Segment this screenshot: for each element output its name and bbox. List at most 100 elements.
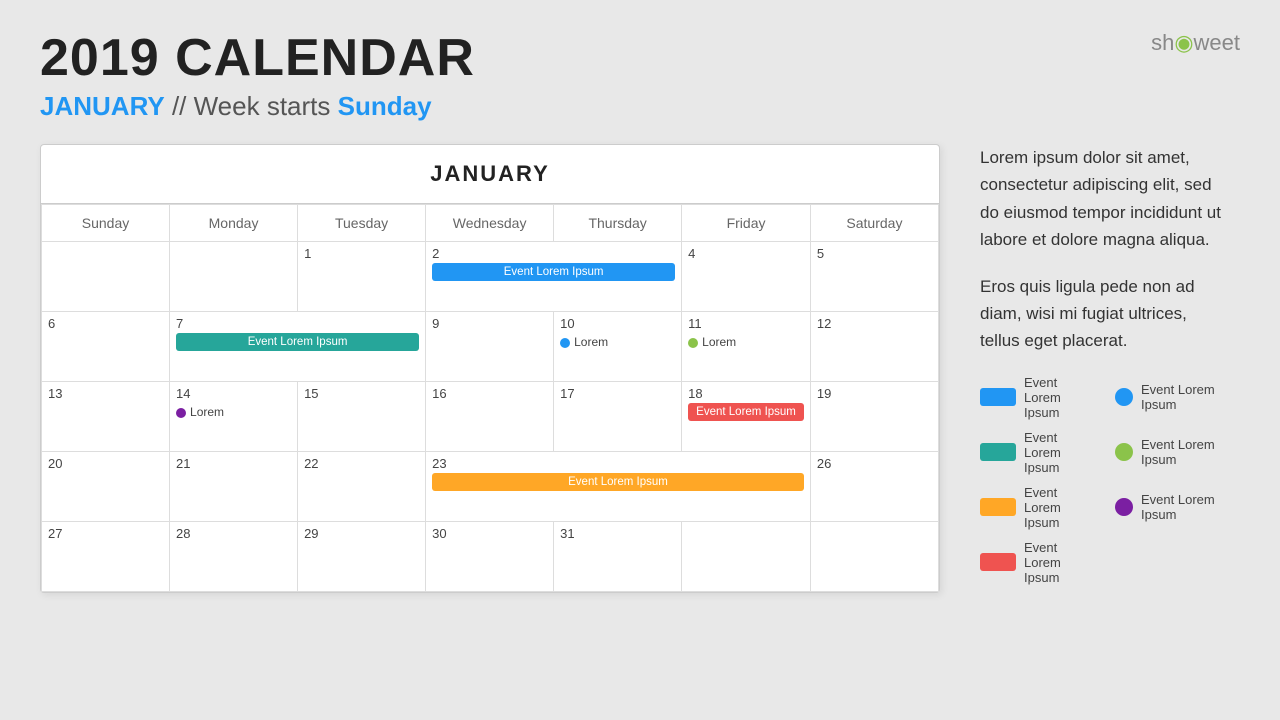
calendar-cell: 1 — [298, 242, 426, 312]
day-number: 19 — [817, 386, 932, 401]
event-bar: Event Lorem Ipsum — [176, 333, 419, 351]
table-row: 27 28 29 30 31 — [42, 522, 939, 592]
day-number: 14 — [176, 386, 291, 401]
calendar-cell: 14 Lorem — [170, 382, 298, 452]
day-header-monday: Monday — [170, 205, 298, 242]
calendar-cell: 29 — [298, 522, 426, 592]
legend-label: Event Lorem Ipsum — [1141, 492, 1230, 522]
day-number: 15 — [304, 386, 419, 401]
day-number: 20 — [48, 456, 163, 471]
day-number: 2 — [432, 246, 675, 261]
table-row: 13 14 Lorem 15 16 17 18 Event Lorem I — [42, 382, 939, 452]
header: 2019 CALENDAR JANUARY // Week starts Sun… — [40, 30, 1240, 122]
legend-item-dot-blue: Event Lorem Ipsum — [1115, 375, 1230, 420]
day-number: 23 — [432, 456, 804, 471]
day-number: 28 — [176, 526, 291, 541]
dot-blue — [560, 338, 570, 348]
legend-box-teal — [980, 443, 1016, 461]
legend-label: Event Lorem Ipsum — [1141, 382, 1230, 412]
legend-item-red: Event Lorem Ipsum — [980, 540, 1095, 585]
day-header-thursday: Thursday — [554, 205, 682, 242]
calendar-cell: 21 — [170, 452, 298, 522]
event-bar: Event Lorem Ipsum — [432, 263, 675, 281]
calendar-cell: 20 — [42, 452, 170, 522]
day-header-sunday: Sunday — [42, 205, 170, 242]
day-header-friday: Friday — [682, 205, 811, 242]
calendar-cell — [42, 242, 170, 312]
calendar-wrapper: JANUARY Sunday Monday Tuesday Wednesday … — [40, 144, 940, 593]
calendar-grid: Sunday Monday Tuesday Wednesday Thursday… — [41, 204, 939, 592]
day-header-tuesday: Tuesday — [298, 205, 426, 242]
side-panel: Lorem ipsum dolor sit amet, consectetur … — [970, 144, 1240, 593]
day-number: 7 — [176, 316, 419, 331]
day-number: 10 — [560, 316, 675, 331]
day-number: 29 — [304, 526, 419, 541]
subtitle-middle: // Week starts — [165, 91, 338, 121]
calendar-month-header: JANUARY — [41, 145, 939, 204]
calendar-cell: 5 — [810, 242, 938, 312]
calendar-cell: 4 — [682, 242, 811, 312]
day-number: 6 — [48, 316, 163, 331]
calendar-cell — [170, 242, 298, 312]
legend-item-dot-green: Event Lorem Ipsum — [1115, 430, 1230, 475]
calendar-cell: 30 — [426, 522, 554, 592]
calendar-cell: 10 Lorem — [554, 312, 682, 382]
legend: Event Lorem Ipsum Event Lorem Ipsum Even… — [980, 375, 1230, 585]
legend-label: Event Lorem Ipsum — [1141, 437, 1230, 467]
calendar-cell: 28 — [170, 522, 298, 592]
main-content: JANUARY Sunday Monday Tuesday Wednesday … — [40, 144, 1240, 593]
dot-purple — [176, 408, 186, 418]
side-paragraph-2: Eros quis ligula pede non ad diam, wisi … — [980, 273, 1230, 355]
dot-green — [688, 338, 698, 348]
legend-item-dot-purple: Event Lorem Ipsum — [1115, 485, 1230, 530]
calendar-cell: 16 — [426, 382, 554, 452]
legend-box-blue — [980, 388, 1016, 406]
legend-label: Event Lorem Ipsum — [1024, 540, 1095, 585]
calendar-header-row: Sunday Monday Tuesday Wednesday Thursday… — [42, 205, 939, 242]
day-number: 30 — [432, 526, 547, 541]
table-row: 6 7 Event Lorem Ipsum 9 10 Lorem — [42, 312, 939, 382]
calendar-cell-span: 2 Event Lorem Ipsum — [426, 242, 682, 312]
page-title: 2019 CALENDAR — [40, 30, 1240, 87]
calendar-cell: 17 — [554, 382, 682, 452]
day-number: 27 — [48, 526, 163, 541]
legend-item-orange: Event Lorem Ipsum — [980, 485, 1095, 530]
calendar-cell: 9 — [426, 312, 554, 382]
calendar-cell — [810, 522, 938, 592]
table-row: 20 21 22 23 Event Lorem Ipsum 26 — [42, 452, 939, 522]
event-bar: Event Lorem Ipsum — [688, 403, 804, 421]
day-header-saturday: Saturday — [810, 205, 938, 242]
calendar-cell — [682, 522, 811, 592]
day-number: 17 — [560, 386, 675, 401]
logo-leaf: ◉ — [1174, 30, 1193, 55]
day-number: 5 — [817, 246, 932, 261]
legend-label: Event Lorem Ipsum — [1024, 375, 1095, 420]
side-paragraph-1: Lorem ipsum dolor sit amet, consectetur … — [980, 144, 1230, 253]
legend-box-orange — [980, 498, 1016, 516]
day-number: 13 — [48, 386, 163, 401]
day-number: 31 — [560, 526, 675, 541]
event-bar: Event Lorem Ipsum — [432, 473, 804, 491]
legend-item-blue: Event Lorem Ipsum — [980, 375, 1095, 420]
logo: sh◉weet — [1151, 30, 1240, 56]
day-header-wednesday: Wednesday — [426, 205, 554, 242]
legend-circle-blue — [1115, 388, 1133, 406]
event-dot-row: Lorem — [688, 335, 804, 349]
page-subtitle: JANUARY // Week starts Sunday — [40, 91, 1240, 122]
week-start-label: Sunday — [338, 91, 432, 121]
month-label: JANUARY — [40, 91, 165, 121]
day-number: 22 — [304, 456, 419, 471]
legend-circle-green — [1115, 443, 1133, 461]
calendar-cell: 6 — [42, 312, 170, 382]
day-number: 12 — [817, 316, 932, 331]
calendar-cell: 11 Lorem — [682, 312, 811, 382]
day-number: 21 — [176, 456, 291, 471]
calendar-cell: 19 — [810, 382, 938, 452]
legend-box-red — [980, 553, 1016, 571]
event-dot-row: Lorem — [560, 335, 675, 349]
calendar-cell: 31 — [554, 522, 682, 592]
calendar-cell: 27 — [42, 522, 170, 592]
page: sh◉weet 2019 CALENDAR JANUARY // Week st… — [0, 0, 1280, 720]
calendar-cell-span: 7 Event Lorem Ipsum — [170, 312, 426, 382]
table-row: 1 2 Event Lorem Ipsum 4 5 — [42, 242, 939, 312]
